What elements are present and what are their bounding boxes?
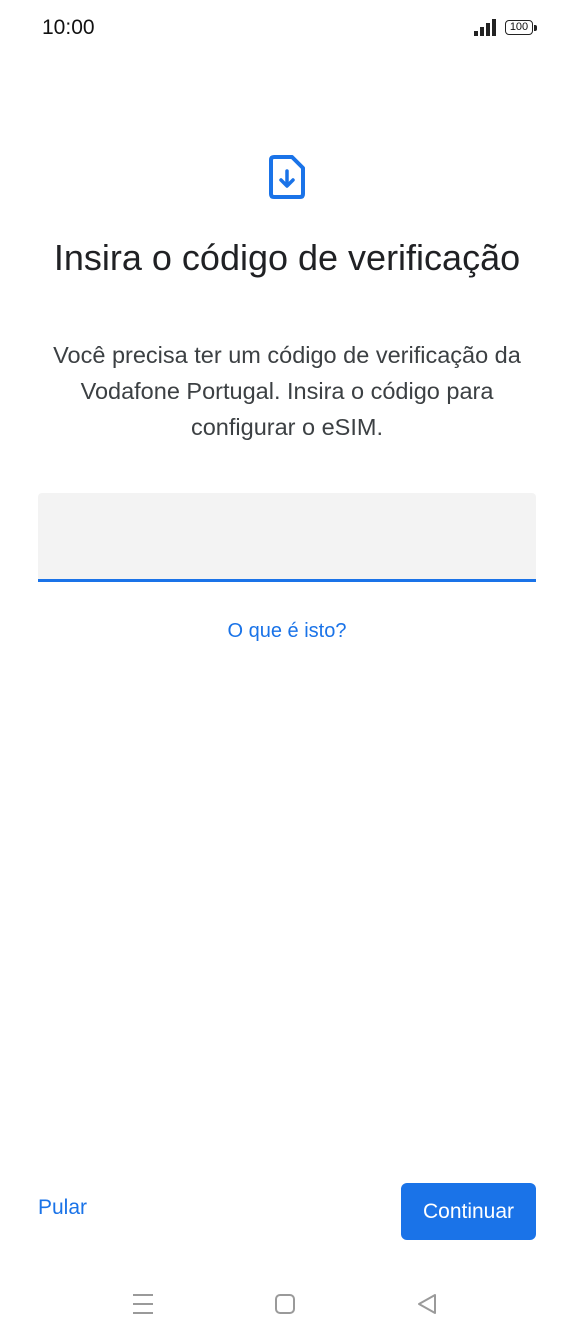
menu-lines-icon[interactable]	[129, 1290, 157, 1318]
page-description: Você precisa ter um código de verificaçã…	[53, 342, 521, 440]
back-triangle-icon[interactable]	[413, 1290, 441, 1318]
skip-button[interactable]: Pular	[38, 1196, 87, 1220]
status-bar: 10:00 100	[0, 0, 574, 58]
battery-level: 100	[509, 21, 529, 33]
sim-download-icon	[269, 155, 305, 199]
home-square-icon[interactable]	[271, 1290, 299, 1318]
verification-code-field[interactable]	[38, 493, 536, 582]
signal-bars-icon	[474, 19, 496, 36]
verification-code-input[interactable]	[38, 493, 536, 579]
battery-tip	[534, 25, 537, 31]
battery-icon: 100	[505, 20, 533, 35]
status-time: 10:00	[42, 16, 95, 39]
continue-button[interactable]: Continuar	[401, 1183, 536, 1240]
navigation-bar	[0, 1270, 574, 1339]
what-is-this-link[interactable]: O que é isto?	[0, 620, 574, 643]
page-title: Insira o código de verificação	[53, 237, 521, 278]
